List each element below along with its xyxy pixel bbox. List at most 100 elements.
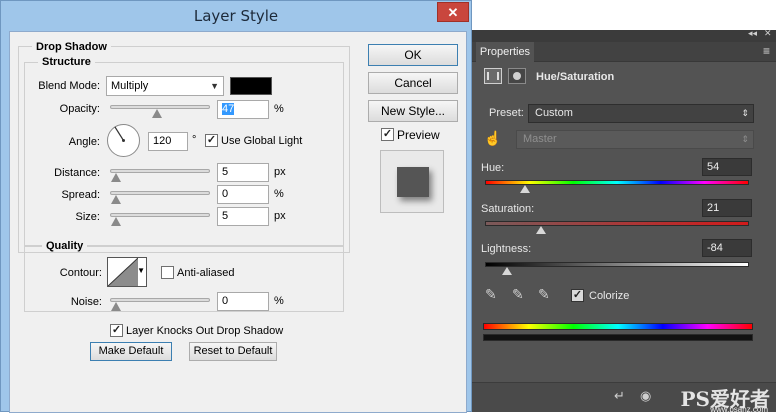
eyedropper-minus-icon[interactable]: ✎	[538, 286, 550, 303]
clip-to-layer-icon[interactable]: ↵	[614, 388, 625, 404]
distance-slider-thumb[interactable]	[111, 173, 121, 182]
saturation-track[interactable]	[485, 221, 749, 226]
angle-label: Angle:	[68, 136, 100, 148]
blend-mode-select[interactable]: Multiply ▼	[106, 76, 224, 96]
panel-tabbar: Properties ≡	[472, 42, 776, 62]
blend-mode-value: Multiply	[111, 80, 149, 92]
preset-value: Custom	[535, 107, 573, 119]
hue-label: Hue:	[481, 162, 505, 174]
panel-close-icon[interactable]: ✕	[764, 28, 772, 39]
channel-updown-icon: ⇕	[741, 134, 749, 144]
new-style-button[interactable]: New Style...	[368, 100, 458, 122]
contour-picker[interactable]: ▼	[107, 257, 147, 287]
size-slider-thumb[interactable]	[111, 217, 121, 226]
preset-label: Preset:	[489, 107, 524, 119]
noise-unit: %	[274, 295, 284, 307]
noise-input[interactable]: 0	[217, 292, 269, 311]
mask-circle-icon	[513, 72, 521, 80]
anti-aliased-label: Anti-aliased	[177, 267, 235, 279]
quality-title: Quality	[42, 240, 88, 252]
contour-label: Contour:	[59, 267, 102, 279]
distance-unit: px	[274, 166, 286, 178]
chevron-down-icon: ▼	[210, 81, 219, 91]
preset-select[interactable]: Custom ⇕	[528, 104, 754, 123]
size-slider-track[interactable]	[110, 213, 210, 217]
saturation-input[interactable]: 21	[702, 199, 752, 217]
spread-unit: %	[274, 188, 284, 200]
noise-slider-thumb[interactable]	[111, 302, 121, 311]
colorize-label: Colorize	[589, 290, 630, 302]
reset-default-button[interactable]: Reset to Default	[189, 342, 277, 361]
panel-bottombar: ↵ ◉ PS爱好者 www.psahz.com	[472, 382, 776, 414]
angle-dial-needle	[114, 126, 125, 142]
shadow-color-swatch[interactable]	[230, 77, 272, 95]
lightness-slider-thumb[interactable]	[502, 267, 512, 275]
spread-input[interactable]: 0	[217, 185, 269, 204]
channel-value: Master	[523, 133, 557, 145]
use-global-light-label: Use Global Light	[221, 135, 303, 147]
make-default-button[interactable]: Make Default	[90, 342, 172, 361]
contour-curve-icon	[108, 258, 138, 286]
angle-input[interactable]: 120	[148, 132, 188, 151]
drop-shadow-title: Drop Shadow	[32, 41, 111, 53]
close-icon[interactable]: ✕	[437, 2, 469, 22]
knocks-out-label: Layer Knocks Out Drop Shadow	[126, 325, 284, 337]
collapse-icon[interactable]: ◂◂	[748, 28, 757, 39]
cancel-button[interactable]: Cancel	[368, 72, 458, 94]
adjustment-title: Hue/Saturation	[536, 71, 615, 83]
updown-icon: ⇕	[741, 108, 749, 118]
opacity-slider-thumb[interactable]	[152, 109, 162, 118]
spread-slider-thumb[interactable]	[111, 195, 121, 204]
noise-label: Noise:	[70, 296, 102, 308]
anti-aliased-checkbox[interactable]	[161, 266, 174, 279]
output-color-bar	[483, 334, 753, 341]
opacity-value: 47	[222, 103, 235, 115]
knocks-out-checkbox[interactable]: ✓	[110, 324, 123, 337]
style-preview	[380, 150, 444, 213]
channel-select[interactable]: Master ⇕	[516, 130, 754, 149]
tab-properties[interactable]: Properties	[476, 42, 534, 62]
opacity-input[interactable]: 47	[217, 100, 269, 119]
properties-panel: ◂◂ ✕ Properties ≡ Hue/Saturation Preset:…	[472, 28, 776, 414]
distance-slider-track[interactable]	[110, 169, 210, 173]
panel-menu-icon[interactable]: ≡	[763, 44, 770, 58]
hue-slider-thumb[interactable]	[520, 185, 530, 193]
distance-input[interactable]: 5	[217, 163, 269, 182]
lightness-input[interactable]: -84	[702, 239, 752, 257]
dialog-client: Drop Shadow Structure Blend Mode: Multip…	[9, 31, 467, 413]
spread-slider-track[interactable]	[110, 191, 210, 195]
opacity-label: Opacity:	[59, 103, 100, 115]
preview-swatch	[397, 167, 429, 197]
eyedropper-plus-icon[interactable]: ✎	[512, 286, 524, 303]
colorize-checkbox[interactable]: ✓	[571, 289, 584, 302]
distance-label: Distance:	[54, 167, 100, 179]
spread-label: Spread:	[61, 189, 100, 201]
adjustment-bars-icon	[487, 72, 499, 80]
canvas-background	[472, 0, 776, 30]
adjustment-layer-icon[interactable]	[484, 68, 502, 84]
ok-button[interactable]: OK	[368, 44, 458, 66]
structure-title: Structure	[38, 56, 95, 68]
eyedropper-icon[interactable]: ✎	[485, 286, 497, 303]
visibility-eye-icon[interactable]: ◉	[640, 388, 651, 404]
noise-slider-track[interactable]	[110, 298, 210, 302]
blend-mode-label: Blend Mode:	[38, 80, 100, 92]
saturation-slider-thumb[interactable]	[536, 226, 546, 234]
panel-topbar: ◂◂ ✕	[472, 28, 776, 42]
watermark-url: www.psahz.com	[710, 405, 768, 414]
hue-input[interactable]: 54	[702, 158, 752, 176]
use-global-light-checkbox[interactable]: ✓	[205, 134, 218, 147]
input-color-bar	[483, 323, 753, 330]
angle-dial[interactable]	[107, 124, 140, 157]
angle-unit: °	[192, 134, 197, 146]
size-unit: px	[274, 210, 286, 222]
size-input[interactable]: 5	[217, 207, 269, 226]
preview-checkbox[interactable]: ✓	[381, 128, 394, 141]
lightness-track[interactable]	[485, 262, 749, 267]
layer-style-dialog: Layer Style ✕ Drop Shadow Structure Blen…	[0, 0, 472, 413]
preview-label: Preview	[397, 128, 440, 142]
hand-target-icon[interactable]: ☝	[484, 130, 501, 147]
layer-mask-icon[interactable]	[508, 68, 526, 84]
contour-dropdown-icon[interactable]: ▼	[137, 266, 145, 275]
dialog-title: Layer Style	[193, 7, 279, 25]
